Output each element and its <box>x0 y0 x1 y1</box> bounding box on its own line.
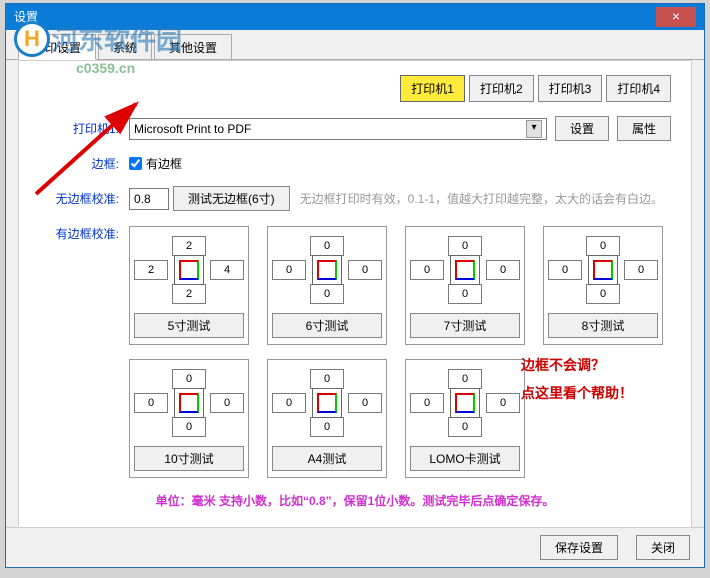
main-tabs: 打印设置 系统 其他设置 <box>6 34 704 60</box>
tab-print-settings[interactable]: 打印设置 <box>18 34 96 60</box>
calib-grid-1: 5寸测试 6寸测试 7寸测试 <box>129 226 671 345</box>
test-10-button[interactable]: 10寸测试 <box>134 446 244 471</box>
calib-box-8: 8寸测试 <box>543 226 663 345</box>
help-line2: 点这里看个帮助！ <box>521 379 661 407</box>
calib-6-bottom[interactable] <box>310 284 344 304</box>
calib-box-5: 5寸测试 <box>129 226 249 345</box>
footer-note: 单位：毫米 支持小数，比如“0.8”，保留1位小数。测试完毕后点确定保存。 <box>39 492 671 509</box>
calib-6-left[interactable] <box>272 260 306 280</box>
test-8-button[interactable]: 8寸测试 <box>548 313 658 338</box>
printer-value: Microsoft Print to PDF <box>134 122 251 136</box>
calib-box-10: 10寸测试 <box>129 359 249 478</box>
tab-system[interactable]: 系统 <box>98 34 152 59</box>
noborder-calib-label: 无边框校准: <box>39 190 119 207</box>
window-title: 设置 <box>14 4 38 30</box>
calib-box-6: 6寸测试 <box>267 226 387 345</box>
printer-props-button[interactable]: 属性 <box>617 116 671 141</box>
calib-box-lomo: LOMO卡测试 <box>405 359 525 478</box>
calib-5-right[interactable] <box>210 260 244 280</box>
calib-8-bottom[interactable] <box>586 284 620 304</box>
printer-tab-3[interactable]: 打印机3 <box>538 75 603 102</box>
calib-lomo-bottom[interactable] <box>448 417 482 437</box>
printer-tabs: 打印机1 打印机2 打印机3 打印机4 <box>39 75 671 102</box>
calib-8-left[interactable] <box>548 260 582 280</box>
calib-10-bottom[interactable] <box>172 417 206 437</box>
calib-lomo-right[interactable] <box>486 393 520 413</box>
calib-a4-bottom[interactable] <box>310 417 344 437</box>
close-button[interactable]: 关闭 <box>636 535 690 560</box>
printer-tab-4[interactable]: 打印机4 <box>606 75 671 102</box>
calib-preview-icon <box>174 255 204 285</box>
help-link[interactable]: 边框不会调？ 点这里看个帮助！ <box>521 351 661 407</box>
calib-6-top[interactable] <box>310 236 344 256</box>
calib-7-left[interactable] <box>410 260 444 280</box>
calib-box-a4: A4测试 <box>267 359 387 478</box>
calib-preview-icon <box>312 255 342 285</box>
border-checkbox[interactable] <box>129 157 142 170</box>
calib-7-bottom[interactable] <box>448 284 482 304</box>
test-a4-button[interactable]: A4测试 <box>272 446 382 471</box>
noborder-calib-row: 无边框校准: 测试无边框(6寸) 无边框打印时有效，0.1-1，值越大打印越完整… <box>39 186 671 211</box>
content-panel: 打印机1 打印机2 打印机3 打印机4 打印机1: Microsoft Prin… <box>18 60 692 538</box>
calib-preview-icon <box>312 388 342 418</box>
titlebar: 设置 × <box>6 4 704 30</box>
calib-lomo-left[interactable] <box>410 393 444 413</box>
calib-6-right[interactable] <box>348 260 382 280</box>
calib-box-7: 7寸测试 <box>405 226 525 345</box>
calib-preview-icon <box>174 388 204 418</box>
help-line1: 边框不会调？ <box>521 351 661 379</box>
test-lomo-button[interactable]: LOMO卡测试 <box>410 446 520 471</box>
calib-a4-top[interactable] <box>310 369 344 389</box>
calib-5-left[interactable] <box>134 260 168 280</box>
tab-other[interactable]: 其他设置 <box>154 34 232 59</box>
printer-tab-1[interactable]: 打印机1 <box>400 75 465 102</box>
printer-tab-2[interactable]: 打印机2 <box>469 75 534 102</box>
border-label: 边框: <box>39 155 119 172</box>
calib-8-right[interactable] <box>624 260 658 280</box>
calib-lomo-top[interactable] <box>448 369 482 389</box>
test-noborder-button[interactable]: 测试无边框(6寸) <box>173 186 290 211</box>
printer-settings-button[interactable]: 设置 <box>555 116 609 141</box>
calib-a4-left[interactable] <box>272 393 306 413</box>
calib-preview-icon <box>588 255 618 285</box>
calib-preview-icon <box>450 255 480 285</box>
printer-dropdown[interactable]: Microsoft Print to PDF ▾ <box>129 118 547 140</box>
calib-5-top[interactable] <box>172 236 206 256</box>
settings-window: 设置 × H 河东软件园 c0359.cn 打印设置 系统 其他设置 打印机1 … <box>5 3 705 568</box>
calib-10-right[interactable] <box>210 393 244 413</box>
border-row: 边框: 有边框 <box>39 155 671 172</box>
border-checkbox-label[interactable]: 有边框 <box>146 155 182 172</box>
calib-10-top[interactable] <box>172 369 206 389</box>
chevron-down-icon: ▾ <box>526 120 542 138</box>
calib-7-right[interactable] <box>486 260 520 280</box>
border-calib-label: 有边框校准: <box>39 225 119 242</box>
calib-preview-icon <box>450 388 480 418</box>
calib-10-left[interactable] <box>134 393 168 413</box>
noborder-hint: 无边框打印时有效，0.1-1，值越大打印越完整，太大的话会有白边。 <box>300 190 663 207</box>
test-7-button[interactable]: 7寸测试 <box>410 313 520 338</box>
close-icon[interactable]: × <box>656 7 696 27</box>
test-5-button[interactable]: 5寸测试 <box>134 313 244 338</box>
bottom-bar: 保存设置 关闭 <box>6 527 704 567</box>
calib-a4-right[interactable] <box>348 393 382 413</box>
calib-8-top[interactable] <box>586 236 620 256</box>
test-6-button[interactable]: 6寸测试 <box>272 313 382 338</box>
calib-7-top[interactable] <box>448 236 482 256</box>
save-button[interactable]: 保存设置 <box>540 535 618 560</box>
printer-label: 打印机1: <box>39 120 119 137</box>
noborder-calib-input[interactable] <box>129 188 169 210</box>
calib-5-bottom[interactable] <box>172 284 206 304</box>
printer-select-row: 打印机1: Microsoft Print to PDF ▾ 设置 属性 <box>39 116 671 141</box>
